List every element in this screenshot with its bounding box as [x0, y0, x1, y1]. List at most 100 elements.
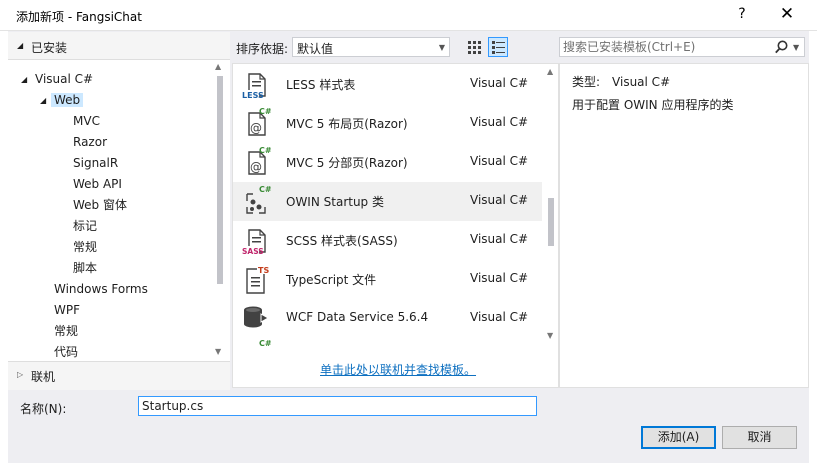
tree-scroll-thumb[interactable] — [217, 76, 223, 284]
template-row[interactable]: TS TypeScript 文件 Visual C# — [233, 260, 542, 299]
tree-item[interactable]: 常规 — [54, 321, 78, 341]
tree-subitem[interactable]: 脚本 — [73, 258, 97, 278]
find-templates-online-link[interactable]: 单击此处以联机并查找模板。 — [320, 361, 476, 378]
tree-item[interactable]: Web — [51, 90, 84, 110]
wcf-data-service-icon — [241, 302, 271, 334]
tree-item-label: 标记 — [73, 219, 98, 233]
tree-item[interactable]: 代码 — [54, 342, 78, 362]
installed-section-header[interactable]: ◢ 已安装 — [8, 35, 230, 57]
template-search[interactable]: ▼ — [559, 37, 805, 57]
tree-subitem[interactable]: 常规 — [73, 237, 97, 257]
cancel-button[interactable]: 取消 — [722, 426, 797, 449]
tree-scrollbar[interactable]: ▲ ▼ — [214, 62, 226, 360]
template-name: LESS 样式表 — [286, 78, 356, 92]
template-name: SCSS 样式表(SASS) — [286, 234, 398, 248]
tree-item[interactable]: Windows Forms — [54, 279, 148, 299]
tree-subitem[interactable]: Web API — [73, 174, 122, 194]
typescript-file-icon: TS — [241, 263, 271, 295]
tree-item-label: MVC — [73, 114, 100, 128]
sort-label: 排序依据: — [236, 42, 289, 56]
installed-label: 已安装 — [31, 41, 68, 55]
scroll-up-icon[interactable]: ▲ — [547, 67, 553, 76]
template-row[interactable]: C# @ MVC 5 分部页(Razor) Visual C# — [233, 143, 542, 182]
name-input[interactable] — [138, 396, 537, 416]
template-row[interactable]: WCF Data Service 5.6.4 Visual C# — [233, 299, 542, 338]
category-pane: ◢ 已安装 ▲ ▼ ◢ Visual C# ◢ Web MVC Razor SignalR W… — [8, 32, 230, 390]
less-file-icon: LESS — [241, 68, 271, 100]
collapse-arrow-icon[interactable]: ◢ — [17, 41, 23, 50]
template-row[interactable]: C# OWIN Startup 类 Visual C# — [233, 182, 542, 221]
grid-view-icon — [468, 41, 481, 54]
template-language: Visual C# — [470, 76, 529, 90]
expand-arrow-icon[interactable]: ▷ — [17, 370, 23, 379]
name-row: 名称(N): — [8, 393, 809, 421]
template-scroll-thumb[interactable] — [548, 198, 554, 246]
grid-view-button[interactable] — [464, 37, 484, 57]
sort-dropdown[interactable]: 默认值 ▼ — [292, 37, 450, 57]
template-list: ▲ ▼ 单击此处以联机并查找模板。 LESS LESS 样式表 Visual C# C… — [232, 63, 559, 388]
expand-arrow-icon[interactable]: ◢ — [40, 96, 46, 105]
tree-item-label: WPF — [54, 303, 81, 317]
tree-subitem[interactable]: MVC — [73, 111, 100, 131]
template-name: MVC 5 布局页(Razor) — [286, 117, 408, 131]
online-section-header[interactable]: ▷ 联机 — [8, 365, 230, 387]
razor-layout-icon: C# @ — [241, 107, 272, 139]
template-name: OWIN Startup 类 — [286, 195, 384, 209]
name-label: 名称(N): — [20, 402, 67, 416]
svg-text:C#: C# — [259, 339, 271, 347]
sort-toolbar: 排序依据: 默认值 ▼ — [236, 37, 554, 59]
template-list-scrollbar[interactable]: ▲ ▼ — [544, 64, 558, 346]
list-view-icon — [492, 41, 505, 54]
type-row: 类型: Visual C# — [572, 73, 670, 90]
chevron-down-icon: ▼ — [438, 43, 445, 52]
template-language: Visual C# — [470, 232, 529, 246]
search-options-chevron-icon[interactable]: ▼ — [793, 43, 799, 52]
template-name: WCF Data Service 5.6.4 — [286, 310, 429, 324]
template-row[interactable]: C# @ MVC 5 布局页(Razor) Visual C# — [233, 104, 542, 143]
template-language: Visual C# — [470, 193, 529, 207]
svg-text:@: @ — [250, 160, 262, 174]
title-bar: 添加新项 - FangsiChat ? ✕ — [0, 0, 817, 31]
tree-subitem[interactable]: SignalR — [73, 153, 118, 173]
template-description: 用于配置 OWIN 应用程序的类 — [572, 98, 734, 112]
expand-arrow-icon[interactable]: ◢ — [21, 75, 27, 84]
tree-item-label: Web — [51, 93, 84, 107]
owin-startup-icon: C# — [241, 185, 272, 217]
tree-item-label: Razor — [73, 135, 108, 149]
svg-text:C#: C# — [259, 107, 271, 116]
template-name: MVC 5 分部页(Razor) — [286, 156, 408, 170]
svg-text:TS: TS — [258, 266, 269, 275]
tree-item-label: 常规 — [73, 240, 98, 254]
close-button[interactable]: ✕ — [777, 4, 797, 24]
tree-subitem[interactable]: Web 窗体 — [73, 195, 127, 215]
template-row[interactable]: SASS SCSS 样式表(SASS) Visual C# — [233, 221, 542, 260]
tree-item-label: 脚本 — [73, 261, 98, 275]
scroll-down-icon[interactable]: ▼ — [215, 347, 221, 356]
details-pane: 类型: Visual C# 用于配置 OWIN 应用程序的类 — [559, 63, 809, 388]
svg-text:@: @ — [250, 121, 262, 135]
list-view-button[interactable] — [488, 37, 508, 57]
category-tree: ▲ ▼ ◢ Visual C# ◢ Web MVC Razor SignalR Web API… — [8, 59, 230, 362]
scroll-up-icon[interactable]: ▲ — [215, 62, 221, 71]
tree-item-label: 常规 — [54, 324, 79, 338]
scroll-down-icon[interactable]: ▼ — [547, 331, 553, 340]
type-value: Visual C# — [612, 75, 671, 89]
tree-item-label: 代码 — [54, 345, 79, 359]
online-label: 联机 — [31, 370, 56, 384]
window-title: 添加新项 - FangsiChat — [16, 10, 142, 24]
type-label: 类型: — [572, 75, 601, 89]
tree-item[interactable]: WPF — [54, 300, 80, 320]
search-icon[interactable] — [775, 40, 788, 54]
svg-text:C#: C# — [259, 185, 271, 194]
tree-item-label: Visual C# — [35, 72, 94, 86]
help-button[interactable]: ? — [734, 6, 750, 22]
search-input[interactable] — [563, 39, 763, 55]
add-button[interactable]: 添加(A) — [641, 426, 716, 449]
tree-subitem[interactable]: Razor — [73, 132, 107, 152]
template-row[interactable]: LESS LESS 样式表 Visual C# — [233, 65, 542, 104]
tree-subitem[interactable]: 标记 — [73, 216, 97, 236]
template-language: Visual C# — [470, 154, 529, 168]
tree-item-label: Windows Forms — [54, 282, 148, 296]
template-language: Visual C# — [470, 310, 529, 324]
tree-item[interactable]: Visual C# — [35, 69, 93, 89]
